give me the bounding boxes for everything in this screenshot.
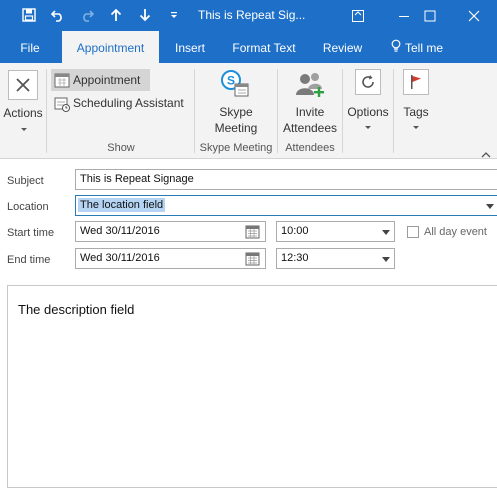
skype-label-line2: Meeting [214,121,258,135]
tags-label: Tags [403,105,429,119]
tags-button[interactable]: Tags [396,67,436,139]
calendar-icon [54,72,70,91]
invite-label-line1: Invite [295,105,325,119]
description-text: The description field [18,302,135,317]
subject-value: This is Repeat Signage [80,173,194,185]
actions-label: Actions [3,106,43,120]
description-editor[interactable]: The description field [7,285,497,488]
tab-format-text[interactable]: Format Text [225,31,303,63]
end-time-dropdown-icon[interactable] [382,257,390,262]
show-group-label: Show [107,142,135,154]
actions-caret-icon [21,128,27,131]
tab-insert[interactable]: Insert [166,31,214,63]
redo-icon [78,6,96,24]
title-bar: This is Repeat Sig... [0,0,497,31]
options-caret-icon [365,126,371,129]
start-date-field[interactable]: Wed 30/11/2016 [75,221,266,242]
skype-label-line1: Skype [219,105,253,119]
attendees-group-label: Attendees [285,142,335,154]
ribbon-tab-bar: File Appointment Insert Format Text Revi… [0,31,497,63]
svg-text:S: S [227,74,235,88]
tags-caret-icon [413,126,419,129]
tab-review[interactable]: Review [315,31,370,63]
scheduling-assistant-button[interactable]: Scheduling Assistant [51,93,191,115]
invite-attendees-icon [294,71,326,104]
end-time-value: 12:30 [281,252,309,264]
skype-group-label: Skype Meeting [199,142,273,154]
customize-qat-icon[interactable] [165,6,183,24]
appointment-view-label: Appointment [73,73,141,87]
options-button[interactable]: Options [345,67,391,139]
start-time-label: Start time [7,227,55,239]
skype-icon: S [220,69,250,102]
location-label: Location [7,201,49,213]
location-dropdown-icon[interactable] [486,204,494,209]
flag-icon [403,69,429,95]
location-field[interactable]: The location field [75,195,497,216]
end-time-label: End time [7,254,51,266]
maximize-icon[interactable] [407,0,453,31]
tell-me-label: Tell me [404,41,443,55]
group-separator [277,69,278,153]
tab-tell-me[interactable]: Tell me [384,31,450,63]
ribbon-display-options-icon[interactable] [335,0,381,31]
scheduling-assistant-icon [54,96,70,115]
actions-button[interactable]: Actions [3,68,44,140]
options-label: Options [347,105,389,119]
end-date-value: Wed 30/11/2016 [80,252,160,264]
tab-appointment[interactable]: Appointment [62,31,159,63]
collapse-ribbon-icon[interactable] [481,147,491,161]
save-icon[interactable] [20,6,38,24]
close-icon[interactable] [451,0,497,31]
invite-attendees-button[interactable]: Invite Attendees [280,67,340,139]
end-date-field[interactable]: Wed 30/11/2016 [75,248,266,269]
window-title: This is Repeat Sig... [198,8,306,22]
location-value: The location field [78,198,166,212]
subject-field[interactable]: This is Repeat Signage [75,169,497,190]
start-time-value: 10:00 [281,225,309,237]
next-item-icon[interactable] [136,6,154,24]
group-separator [46,69,47,153]
undo-icon[interactable] [49,6,67,24]
start-time-dropdown-icon[interactable] [382,230,390,235]
ribbon: Actions Appointment Scheduling Assistant… [0,63,497,159]
calendar-picker-icon[interactable] [245,224,260,242]
group-separator [194,69,195,153]
refresh-icon [355,69,381,95]
appointment-view-button[interactable]: Appointment [51,69,150,91]
invite-label-line2: Attendees [282,121,338,135]
start-time-field[interactable]: 10:00 [276,221,395,242]
previous-item-icon[interactable] [107,6,125,24]
skype-meeting-button[interactable]: S Skype Meeting [198,67,274,139]
scheduling-assistant-label: Scheduling Assistant [73,96,184,110]
all-day-checkbox[interactable] [407,226,419,238]
start-date-value: Wed 30/11/2016 [80,225,160,237]
calendar-picker-icon[interactable] [245,251,260,269]
subject-label: Subject [7,175,44,187]
group-separator [393,69,394,153]
end-time-field[interactable]: 12:30 [276,248,395,269]
tab-file[interactable]: File [10,31,50,63]
delete-x-icon [8,70,38,100]
all-day-label: All day event [424,226,487,238]
lightbulb-icon [391,32,401,66]
